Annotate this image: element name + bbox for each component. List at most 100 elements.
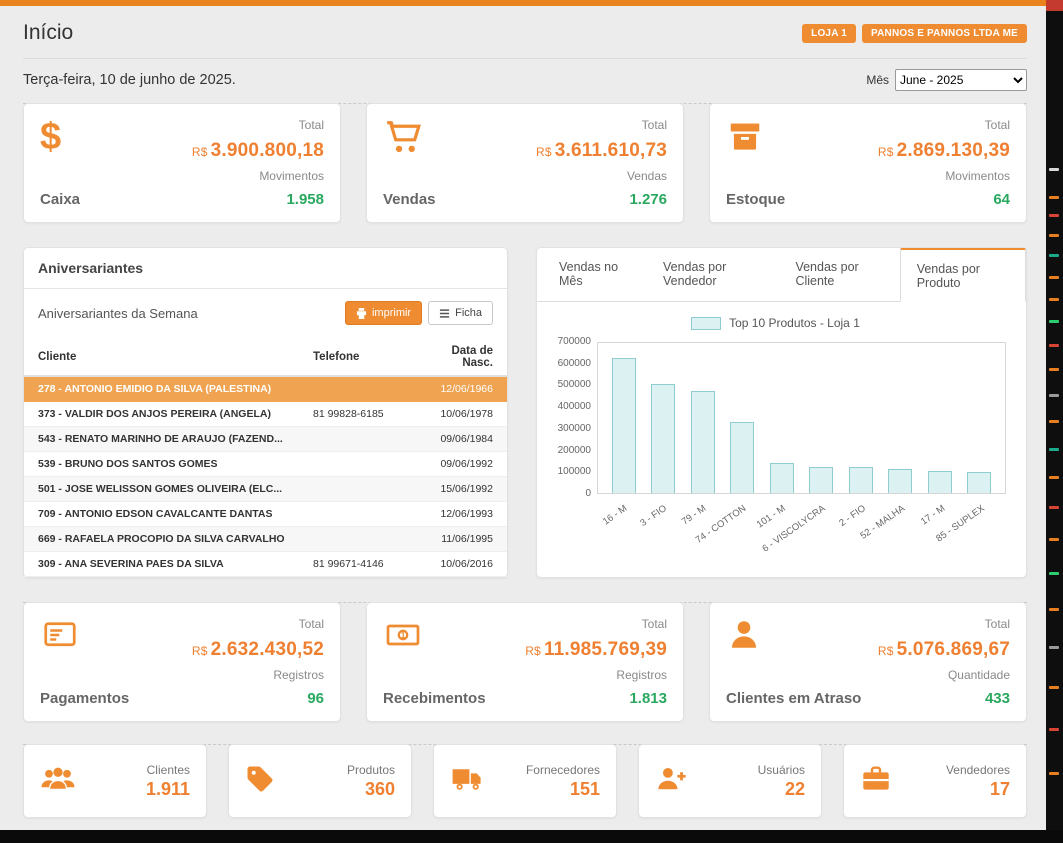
birthday-row[interactable]: 709 - ANTONIO EDSON CAVALCANTE DANTAS 12…: [24, 502, 507, 527]
fornecedores-card: Fornecedores 151: [433, 744, 617, 818]
telefone-cell: 81 99671-4146: [299, 552, 411, 577]
caixa-card: $ Caixa Total R$3.900.800,18 Movimentos …: [23, 103, 341, 223]
produtos-card: Produtos 360: [228, 744, 412, 818]
produtos-label: Produtos: [347, 763, 395, 777]
cliente-cell: 539 - BRUNO DOS SANTOS GOMES: [24, 452, 299, 477]
ficha-button[interactable]: Ficha: [428, 301, 493, 325]
pagamentos-total-value: R$2.632.430,52: [192, 639, 324, 661]
chart-bar: [651, 384, 675, 493]
cliente-cell: 709 - ANTONIO EDSON CAVALCANTE DANTAS: [24, 502, 299, 527]
pagamentos-count-value: 96: [307, 690, 324, 707]
telefone-cell: 81 99828-6185: [299, 402, 411, 427]
background-window-strip: [1046, 0, 1063, 843]
recebimentos-title: Recebimentos: [383, 690, 486, 707]
sales-tabs: Vendas no Mês Vendas por Vendedor Vendas…: [537, 248, 1026, 302]
usuarios-label: Usuários: [758, 763, 805, 777]
usuarios-card: Usuários 22: [638, 744, 822, 818]
month-label: Mês: [866, 73, 889, 87]
pagamentos-title: Pagamentos: [40, 690, 129, 707]
birthday-row[interactable]: 539 - BRUNO DOS SANTOS GOMES 09/06/1992: [24, 452, 507, 477]
telefone-cell: [299, 376, 411, 402]
telefone-cell: [299, 427, 411, 452]
data-nasc-cell: 10/06/2016: [411, 552, 507, 577]
birthday-row[interactable]: 501 - JOSE WELISSON GOMES OLIVEIRA (ELC.…: [24, 477, 507, 502]
middle-row: Aniversariantes Aniversariantes da Seman…: [23, 247, 1027, 578]
date-row: Terça-feira, 10 de junho de 2025. Mês Ju…: [23, 59, 1027, 101]
card-lines-icon: [40, 617, 129, 659]
dollar-icon: $: [40, 118, 80, 160]
data-nasc-cell: 09/06/1984: [411, 427, 507, 452]
telefone-cell: [299, 502, 411, 527]
tag-icon: [245, 764, 275, 799]
caixa-count-value: 1.958: [286, 191, 324, 208]
top-accent-bar: [0, 0, 1046, 6]
cliente-cell: 373 - VALDIR DOS ANJOS PEREIRA (ANGELA): [24, 402, 299, 427]
estoque-total-value: R$2.869.130,39: [878, 140, 1010, 162]
col-data-nasc: Data de Nasc.: [411, 339, 507, 376]
bottom-cards-row: Pagamentos Total R$2.632.430,52 Registro…: [23, 602, 1027, 722]
birthday-row[interactable]: 543 - RENATO MARINHO DE ARAUJO (FAZEND..…: [24, 427, 507, 452]
chart-bar: [849, 467, 873, 493]
count-label: Vendas: [627, 169, 667, 183]
clientes-card: Clientes 1.911: [23, 744, 207, 818]
birthdays-header-row: Cliente Telefone Data de Nasc.: [24, 339, 507, 376]
tab-vendas-por-produto[interactable]: Vendas por Produto: [900, 248, 1026, 302]
total-label: Total: [299, 118, 324, 132]
cliente-cell: 278 - ANTONIO EMIDIO DA SILVA (PALESTINA…: [24, 376, 299, 402]
page-title: Início: [23, 21, 73, 45]
cliente-cell: 543 - RENATO MARINHO DE ARAUJO (FAZEND..…: [24, 427, 299, 452]
caixa-title: Caixa: [40, 191, 80, 208]
tab-vendas-por-cliente[interactable]: Vendas por Cliente: [779, 248, 899, 301]
data-nasc-cell: 12/06/1993: [411, 502, 507, 527]
birthdays-title: Aniversariantes: [24, 248, 507, 289]
printer-icon: [356, 308, 367, 319]
count-label: Registros: [273, 668, 324, 682]
clientes-value: 1.911: [146, 779, 190, 800]
month-picker: Mês June - 2025: [866, 69, 1027, 91]
chart-y-axis: 7000006000005000004000003000002000001000…: [545, 337, 597, 499]
produtos-value: 360: [365, 779, 395, 800]
estoque-card: Estoque Total R$2.869.130,39 Movimentos …: [709, 103, 1027, 223]
print-button[interactable]: imprimir: [345, 301, 422, 325]
badges: LOJA 1 PANNOS E PANNOS LTDA ME: [802, 24, 1027, 43]
tab-vendas-por-vendedor[interactable]: Vendas por Vendedor: [647, 248, 779, 301]
chart-bar: [691, 391, 715, 493]
chart-bar: [888, 469, 912, 493]
dashboard-page: Início LOJA 1 PANNOS E PANNOS LTDA ME Te…: [0, 0, 1063, 843]
current-date: Terça-feira, 10 de junho de 2025.: [23, 72, 236, 88]
legend-chip: [691, 317, 721, 330]
data-nasc-cell: 10/06/1978: [411, 402, 507, 427]
col-telefone: Telefone: [299, 339, 411, 376]
telefone-cell: [299, 452, 411, 477]
total-label: Total: [985, 617, 1010, 631]
clientes-label: Clientes: [147, 763, 190, 777]
cliente-cell: 309 - ANA SEVERINA PAES DA SILVA: [24, 552, 299, 577]
cart-icon: [383, 118, 436, 160]
briefcase-icon: [860, 764, 892, 799]
chart-bar: [770, 463, 794, 493]
clientes-atraso-card: Clientes em Atraso Total R$5.076.869,67 …: [709, 602, 1027, 722]
birthdays-table: Cliente Telefone Data de Nasc. 278 - ANT…: [24, 339, 507, 577]
count-label: Registros: [616, 668, 667, 682]
chart-bar: [730, 422, 754, 493]
birthday-row[interactable]: 373 - VALDIR DOS ANJOS PEREIRA (ANGELA) …: [24, 402, 507, 427]
vendas-count-value: 1.276: [629, 191, 667, 208]
chart-legend: Top 10 Produtos - Loja 1: [545, 316, 1006, 330]
birthday-row[interactable]: 309 - ANA SEVERINA PAES DA SILVA 81 9967…: [24, 552, 507, 577]
count-label: Quantidade: [948, 668, 1010, 682]
birthdays-subtitle: Aniversariantes da Semana: [38, 306, 198, 321]
tab-vendas-no-mes[interactable]: Vendas no Mês: [543, 248, 647, 301]
company-badge[interactable]: PANNOS E PANNOS LTDA ME: [862, 24, 1027, 43]
month-select[interactable]: June - 2025: [895, 69, 1027, 91]
store-badge[interactable]: LOJA 1: [802, 24, 856, 43]
cliente-cell: 501 - JOSE WELISSON GOMES OLIVEIRA (ELC.…: [24, 477, 299, 502]
birthday-row[interactable]: 669 - RAFAELA PROCOPIO DA SILVA CARVALHO…: [24, 527, 507, 552]
usuarios-value: 22: [785, 779, 805, 800]
atraso-total-value: R$5.076.869,67: [878, 639, 1010, 661]
banknote-icon: 1: [383, 617, 486, 659]
chart-bar: [967, 472, 991, 493]
birthday-row[interactable]: 278 - ANTONIO EMIDIO DA SILVA (PALESTINA…: [24, 376, 507, 402]
people-group-icon: [40, 764, 76, 799]
atraso-count-value: 433: [985, 690, 1010, 707]
pagamentos-card: Pagamentos Total R$2.632.430,52 Registro…: [23, 602, 341, 722]
